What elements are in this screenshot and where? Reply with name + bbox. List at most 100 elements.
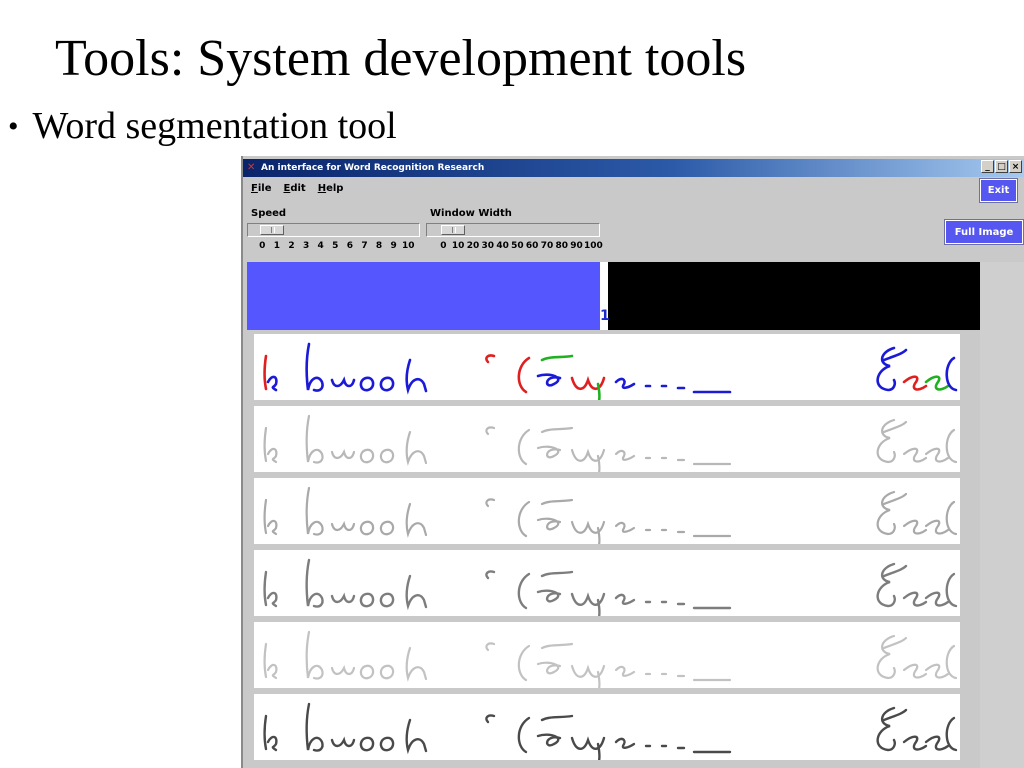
handwriting-stroke xyxy=(536,661,562,675)
handwriting-stroke xyxy=(596,598,601,616)
handwriting-stroke xyxy=(263,426,268,463)
handwriting-stroke xyxy=(902,735,928,751)
handwriting-stroke xyxy=(945,644,958,680)
handwriting-stroke xyxy=(379,376,395,392)
maximize-button[interactable]: □ xyxy=(995,160,1008,173)
speed-slider-thumb[interactable] xyxy=(260,225,284,235)
handwriting-stroke xyxy=(485,642,496,652)
window-width-slider-thumb[interactable] xyxy=(441,225,465,235)
handwriting-stroke xyxy=(876,706,896,752)
speed-tick: 3 xyxy=(302,241,310,251)
handwriting-stroke xyxy=(485,714,496,724)
handwriting-stroke xyxy=(540,354,574,362)
close-button[interactable]: × xyxy=(1009,160,1022,173)
handwriting-stroke xyxy=(330,376,356,388)
speed-tick: 1 xyxy=(273,241,281,251)
minimize-button[interactable]: _ xyxy=(981,160,994,173)
handwriting-stroke xyxy=(902,375,928,391)
handwriting-stroke xyxy=(517,716,531,754)
window-width-tick: 80 xyxy=(555,241,569,251)
handwriting-stroke xyxy=(924,591,950,607)
handwriting-stroke xyxy=(263,642,268,679)
handwriting-stroke xyxy=(540,642,574,650)
handwriting-stroke xyxy=(644,672,686,678)
window-width-tick: 30 xyxy=(481,241,495,251)
handwriting-stroke xyxy=(596,454,601,472)
window-width-tick: 90 xyxy=(570,241,583,251)
strip-gray-light-3 xyxy=(254,622,960,688)
menu-edit[interactable]: Edit xyxy=(283,183,305,194)
handwriting-stroke xyxy=(902,591,928,607)
handwriting-stroke xyxy=(359,448,375,464)
handwriting-stroke xyxy=(876,346,897,392)
exit-button[interactable]: Exit xyxy=(979,178,1018,203)
app-icon: ✕ xyxy=(247,162,256,173)
handwriting-stroke xyxy=(924,519,950,535)
handwriting-stroke xyxy=(596,670,601,688)
handwriting-stroke xyxy=(924,375,950,391)
menu-help[interactable]: Help xyxy=(318,183,344,194)
handwriting-stroke xyxy=(379,448,395,464)
handwriting-image xyxy=(263,414,958,472)
handwriting-stroke xyxy=(536,373,562,387)
handwriting-stroke xyxy=(359,520,375,536)
handwriting-stroke xyxy=(263,714,268,751)
preview-right-pane xyxy=(608,262,980,330)
handwriting-stroke xyxy=(359,736,375,752)
handwriting-stroke xyxy=(614,521,636,533)
speed-tick: 0 xyxy=(259,241,266,251)
menubar: File Edit Help xyxy=(251,183,343,194)
handwriting-image xyxy=(263,702,958,760)
handwriting-stroke xyxy=(405,574,428,611)
preview-left-pane xyxy=(247,262,600,330)
handwriting-stroke xyxy=(330,664,356,676)
full-image-button[interactable]: Full Image xyxy=(944,219,1024,245)
speed-tick: 10 xyxy=(401,241,415,251)
handwriting-stroke xyxy=(379,736,395,752)
speed-tick: 4 xyxy=(317,241,324,251)
handwriting-image xyxy=(263,342,958,400)
window-width-ticks: 0 10 20 30 40 50 60 70 80 90 100 xyxy=(436,241,603,251)
handwriting-stroke xyxy=(305,486,324,536)
handwriting-stroke xyxy=(644,600,686,606)
window-width-tick: 10 xyxy=(451,241,465,251)
speed-label: Speed xyxy=(251,208,287,219)
right-panel xyxy=(980,262,1024,768)
handwriting-stroke xyxy=(263,354,268,391)
handwriting-stroke xyxy=(379,520,395,536)
window-width-tick: 40 xyxy=(496,241,509,251)
handwriting-stroke xyxy=(924,663,950,679)
handwriting-stroke xyxy=(536,589,562,603)
handwriting-stroke xyxy=(305,702,324,752)
window-width-tick: 20 xyxy=(466,241,480,251)
handwriting-stroke xyxy=(517,644,531,682)
handwriting-stroke xyxy=(485,498,496,508)
handwriting-stroke xyxy=(263,570,268,607)
handwriting-stroke xyxy=(305,414,324,464)
window-width-tick: 100 xyxy=(583,241,603,251)
bullet-text: Word segmentation tool xyxy=(32,105,397,147)
handwriting-stroke xyxy=(405,718,428,755)
handwriting-stroke xyxy=(924,447,950,463)
handwriting-image xyxy=(263,486,958,544)
window-title: An interface for Word Recognition Resear… xyxy=(261,163,485,173)
handwriting-stroke xyxy=(517,356,531,394)
handwriting-stroke xyxy=(536,445,562,459)
handwriting-stroke xyxy=(517,500,531,538)
speed-tick: 7 xyxy=(361,241,368,251)
handwriting-stroke xyxy=(359,592,375,608)
handwriting-stroke xyxy=(379,592,395,608)
app-window: ✕ An interface for Word Recognition Rese… xyxy=(241,156,1024,768)
window-width-slider[interactable] xyxy=(426,223,600,237)
menu-file[interactable]: File xyxy=(251,183,271,194)
handwriting-stroke xyxy=(614,665,636,677)
handwriting-stroke xyxy=(902,447,928,463)
speed-ticks: 0 1 2 3 4 5 6 7 8 9 10 xyxy=(255,241,416,251)
handwriting-stroke xyxy=(359,664,375,680)
handwriting-stroke xyxy=(945,428,958,464)
handwriting-stroke xyxy=(359,376,375,392)
window-width-tick: 70 xyxy=(540,241,554,251)
window-titlebar[interactable]: ✕ An interface for Word Recognition Rese… xyxy=(243,159,1024,177)
speed-slider[interactable] xyxy=(247,223,420,237)
strip-gray-dark xyxy=(254,694,960,760)
